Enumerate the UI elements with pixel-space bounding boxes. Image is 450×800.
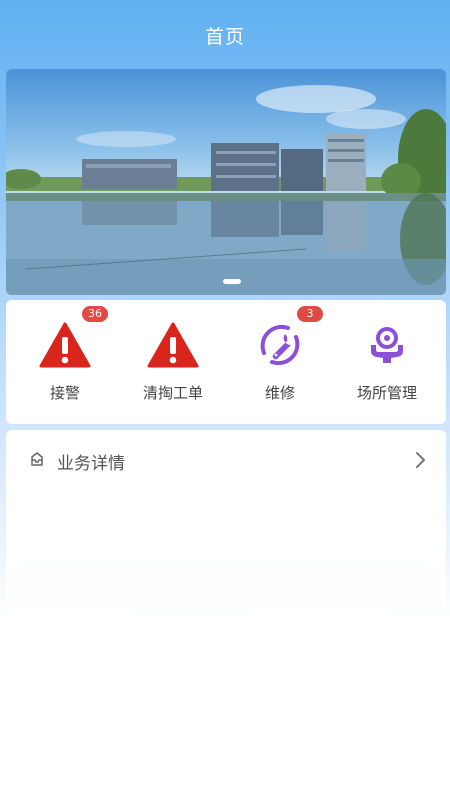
warning-triangle-icon	[37, 318, 93, 372]
quick-item-label: 接警	[49, 384, 80, 402]
quick-item-venue-management[interactable]: 场所管理	[332, 300, 442, 424]
package-icon	[30, 451, 44, 471]
business-details-title: 业务详情	[57, 454, 125, 474]
chevron-right-icon[interactable]	[415, 451, 427, 473]
warning-triangle-icon	[145, 318, 201, 372]
quick-item-cleaning-order[interactable]: 清掏工单	[118, 300, 228, 424]
quick-item-repair[interactable]: 3 维修	[225, 300, 335, 424]
alarm-count-badge: 36	[82, 306, 108, 322]
wrench-icon	[252, 318, 308, 372]
location-hand-icon	[359, 318, 415, 372]
business-details-header[interactable]: 业务详情	[6, 430, 446, 490]
quick-item-alarm[interactable]: 36 接警	[10, 300, 120, 424]
quick-actions-panel: 36 接警 清掏工单 3 维修 场所管理	[6, 300, 446, 424]
carousel-indicator[interactable]	[223, 279, 241, 284]
quick-item-label: 维修	[264, 384, 295, 402]
repair-count-badge: 3	[297, 306, 323, 322]
page-title: 首页	[204, 25, 245, 48]
banner-carousel[interactable]	[6, 69, 446, 295]
campus-lake-image	[6, 85, 446, 295]
quick-item-label: 场所管理	[356, 384, 417, 402]
business-details-card: 业务详情	[6, 430, 446, 615]
top-bar: 首页	[0, 0, 450, 70]
quick-item-label: 清掏工单	[142, 384, 203, 402]
